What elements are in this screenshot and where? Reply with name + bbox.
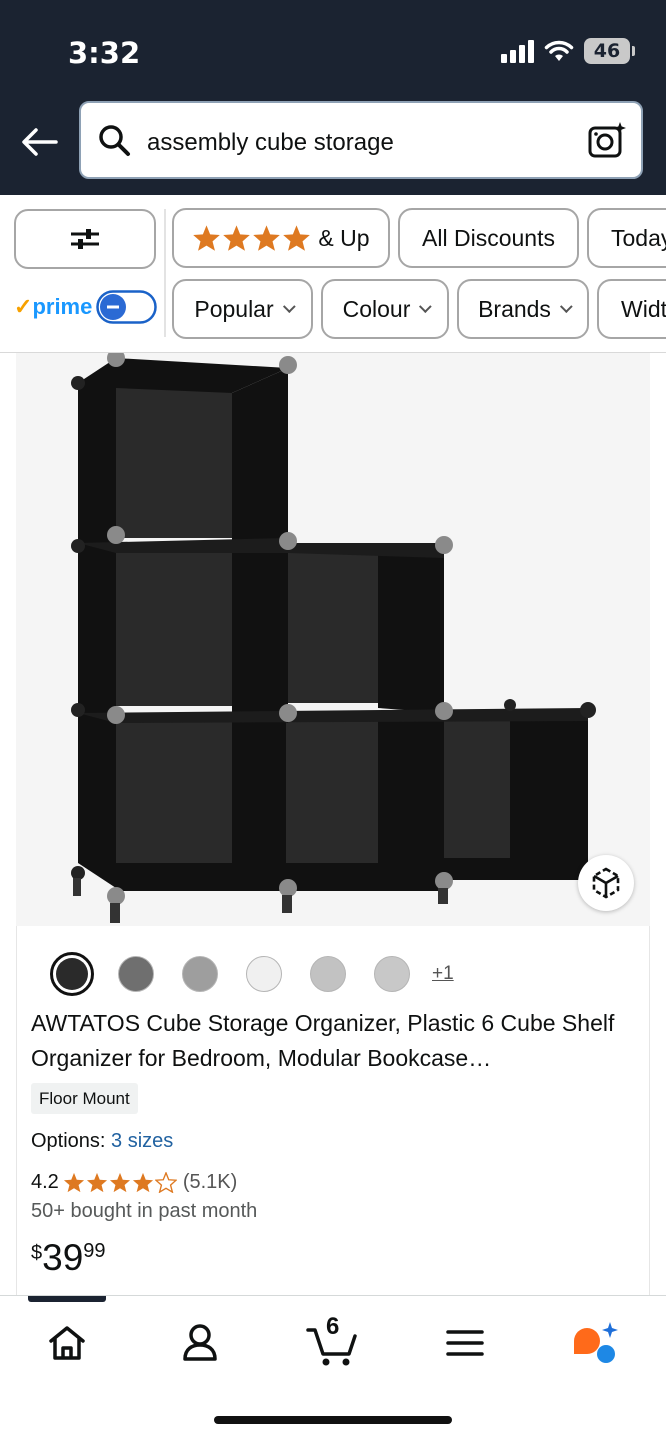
more-colors-link[interactable]: +1: [432, 963, 454, 985]
menu-icon[interactable]: [440, 1318, 490, 1368]
filter-width[interactable]: Widt: [597, 279, 666, 339]
home-icon[interactable]: [42, 1318, 92, 1368]
search-icon: [99, 125, 130, 156]
account-icon[interactable]: [175, 1318, 225, 1368]
bought-count: 50+ bought in past month: [31, 1200, 258, 1222]
swatch-silver[interactable]: [374, 956, 410, 992]
rating-value: 4.2: [31, 1171, 59, 1193]
rufus-icon[interactable]: [570, 1318, 620, 1368]
filter-brands-label: Brands: [478, 295, 551, 322]
wifi-icon: [544, 40, 574, 61]
chevron-down-icon: [419, 299, 433, 313]
four-stars-icon: [192, 224, 311, 252]
battery-icon: 46: [584, 38, 635, 64]
status-icons: 46: [501, 38, 635, 64]
filter-today-label: Today: [611, 224, 666, 251]
cube-organizer-image: [71, 349, 596, 923]
filter-colour-label: Colour: [342, 295, 411, 322]
back-arrow-icon[interactable]: [18, 122, 62, 162]
sliders-icon: [71, 229, 99, 249]
camera-search-icon[interactable]: [587, 120, 627, 160]
filter-all-discounts-label: All Discounts: [422, 224, 555, 251]
filter-brands[interactable]: Brands: [457, 279, 589, 339]
filter-settings-button[interactable]: [14, 209, 156, 269]
active-tab-indicator: [28, 1296, 106, 1302]
filter-bar: & Up All Discounts Today ✓prime Popular …: [0, 195, 666, 353]
chevron-down-icon: [559, 299, 573, 313]
filter-width-label: Widt: [621, 295, 666, 322]
product-price: $ 39 99: [31, 1236, 106, 1280]
signal-icon: [501, 39, 534, 63]
filter-stars-label: & Up: [318, 224, 370, 251]
search-bar[interactable]: assembly cube storage: [79, 101, 643, 179]
product-rating[interactable]: 4.2 (5.1K): [31, 1171, 237, 1194]
product-title[interactable]: AWTATOS Cube Storage Organizer, Plastic …: [31, 1006, 631, 1076]
swatch-white[interactable]: [246, 956, 282, 992]
product-image[interactable]: [16, 349, 650, 926]
rating-stars-icon: [63, 1172, 177, 1193]
filter-today[interactable]: Today: [587, 208, 666, 268]
swatch-light-grey[interactable]: [310, 956, 346, 992]
status-time: 3:32: [68, 36, 141, 70]
3d-cube-icon: [592, 867, 620, 899]
swatch-grey[interactable]: [182, 956, 218, 992]
view-3d-button[interactable]: [578, 855, 634, 911]
product-options: Options: 3 sizes: [31, 1130, 173, 1153]
chevron-down-icon: [282, 299, 296, 313]
options-label: Options:: [31, 1130, 106, 1152]
app-header: 3:32 46 assembly cube storage: [0, 0, 666, 195]
filter-stars-button[interactable]: & Up: [172, 208, 390, 268]
filter-popular-label: Popular: [194, 295, 274, 322]
search-input[interactable]: assembly cube storage: [147, 129, 394, 157]
options-sizes-link[interactable]: 3 sizes: [111, 1130, 173, 1152]
swatch-dark-grey[interactable]: [118, 956, 154, 992]
price-symbol: $: [31, 1242, 43, 1264]
color-swatches: +1: [50, 952, 454, 996]
filter-popular[interactable]: Popular: [172, 279, 313, 339]
filter-divider: [164, 209, 166, 337]
cart-count-badge: 6: [326, 1313, 340, 1340]
filter-all-discounts[interactable]: All Discounts: [398, 208, 579, 268]
rating-count: (5.1K): [182, 1171, 238, 1193]
price-whole: 39: [42, 1237, 84, 1278]
swatch-black[interactable]: [50, 952, 94, 996]
prime-toggle[interactable]: [96, 290, 157, 324]
product-badge: Floor Mount: [31, 1083, 138, 1114]
price-fraction: 99: [83, 1240, 106, 1262]
home-indicator: [214, 1416, 452, 1424]
filter-colour[interactable]: Colour: [321, 279, 449, 339]
prime-logo: ✓prime: [14, 294, 93, 319]
